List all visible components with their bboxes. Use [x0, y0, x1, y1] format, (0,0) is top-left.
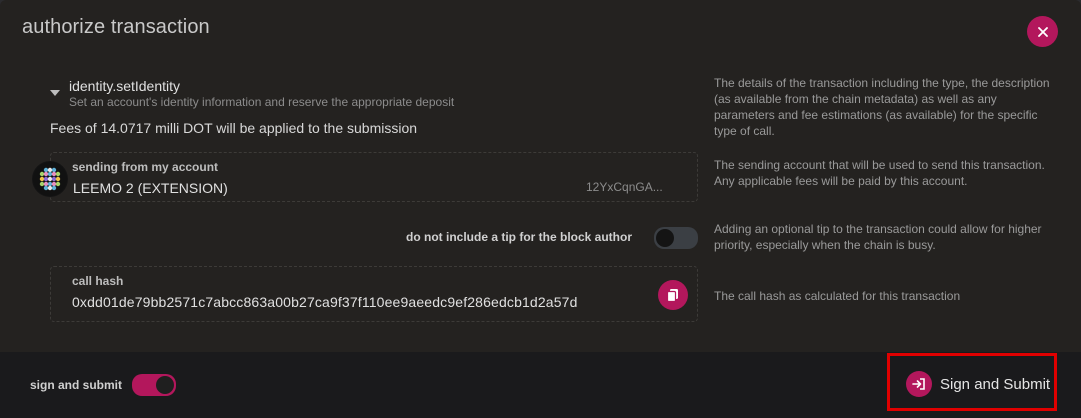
help-details: The details of the transaction including… [714, 76, 1050, 138]
fees-text: Fees of 14.0717 milli DOT will be applie… [50, 120, 418, 136]
sign-and-submit-toggle[interactable] [132, 374, 176, 396]
call-method-name: identity.setIdentity [69, 78, 181, 94]
copy-icon [666, 289, 678, 302]
call-hash-value[interactable]: 0xdd01de79bb2571c7abcc863a00b27ca9f37f11… [72, 294, 578, 310]
authorize-transaction-modal: authorize transaction identity.setIdenti… [0, 0, 1081, 418]
account-field-label: sending from my account [72, 160, 219, 174]
tip-toggle-label: do not include a tip for the block autho… [406, 230, 632, 244]
sign-and-submit-button[interactable]: Sign and Submit [900, 364, 1052, 404]
sign-in-icon [906, 371, 932, 397]
toggle-knob [156, 376, 174, 394]
call-method-description: Set an account's identity information an… [69, 95, 455, 109]
tip-toggle[interactable] [654, 227, 698, 249]
toggle-knob [656, 229, 674, 247]
call-hash-label: call hash [72, 274, 124, 288]
modal-title: authorize transaction [22, 16, 210, 38]
expand-call-caret-icon[interactable] [50, 90, 60, 96]
copy-hash-button[interactable] [658, 280, 688, 310]
identicon-icon [33, 162, 67, 196]
account-address: 12YxCqnGA... [586, 180, 663, 194]
close-button[interactable] [1027, 16, 1058, 47]
sign-and-submit-label: Sign and Submit [940, 376, 1051, 393]
account-identicon [32, 161, 68, 197]
sign-and-submit-toggle-label: sign and submit [30, 378, 123, 392]
help-account: The sending account that will be used to… [714, 158, 1045, 188]
account-name: LEEMO 2 (EXTENSION) [73, 180, 228, 196]
close-icon [1037, 26, 1048, 37]
help-tip: Adding an optional tip to the transactio… [714, 222, 1042, 252]
help-hash: The call hash as calculated for this tra… [714, 289, 961, 303]
